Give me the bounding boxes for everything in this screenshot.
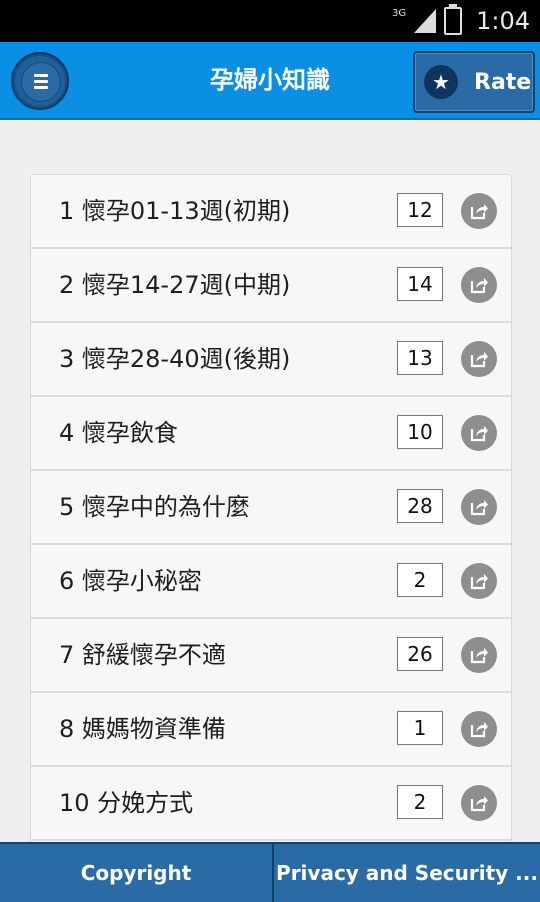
item-count-badge: 2 (397, 563, 443, 597)
share-icon[interactable] (461, 415, 497, 451)
list-item-label: 5 懷孕中的為什麼 (59, 493, 250, 521)
copyright-button[interactable]: Copyright (0, 844, 272, 902)
share-icon[interactable] (461, 267, 497, 303)
share-icon[interactable] (461, 489, 497, 525)
privacy-security-button[interactable]: Privacy and Security ... (274, 844, 540, 902)
footer-bar: Copyright Privacy and Security ... (0, 842, 540, 902)
share-icon[interactable] (461, 637, 497, 673)
signal-icon (414, 9, 437, 33)
list-item[interactable]: 10 分娩方式 2 (31, 767, 511, 841)
network-type: 3G (391, 7, 407, 19)
item-count-badge: 13 (397, 341, 443, 375)
rate-button-label: Rate (474, 69, 532, 95)
share-icon[interactable] (461, 711, 497, 747)
list-item-label: 3 懷孕28-40週(後期) (59, 345, 291, 373)
item-count-badge: 2 (397, 785, 443, 819)
app-bar: 孕婦小知識 ★ Rate (0, 42, 540, 120)
item-count-badge: 28 (397, 489, 443, 523)
star-icon: ★ (424, 65, 458, 99)
list-item[interactable]: 6 懷孕小秘密 2 (31, 545, 511, 619)
list-item[interactable]: 5 懷孕中的為什麼 28 (31, 471, 511, 545)
share-icon[interactable] (461, 193, 497, 229)
list-item[interactable]: 3 懷孕28-40週(後期) 13 (31, 323, 511, 397)
list-item[interactable]: 7 舒緩懷孕不適 26 (31, 619, 511, 693)
category-list: 1 懷孕01-13週(初期) 12 2 懷孕14-27週(中期) 14 3 懷孕28-4… (30, 174, 512, 876)
item-count-badge: 10 (397, 415, 443, 449)
hamburger-menu-icon (21, 62, 61, 102)
item-count-badge: 12 (397, 193, 443, 227)
menu-button[interactable] (11, 52, 69, 110)
rate-button[interactable]: ★ Rate (413, 51, 535, 113)
list-item-label: 2 懷孕14-27週(中期) (59, 271, 291, 299)
list-item-label: 7 舒緩懷孕不適 (59, 641, 226, 669)
list-item-label: 8 媽媽物資準備 (59, 715, 226, 743)
list-item[interactable]: 2 懷孕14-27週(中期) 14 (31, 249, 511, 323)
list-item[interactable]: 8 媽媽物資準備 1 (31, 693, 511, 767)
list-item[interactable]: 4 懷孕飲食 10 (31, 397, 511, 471)
status-bar: 3G 1:04 (0, 0, 540, 42)
list-item-label: 4 懷孕飲食 (59, 419, 178, 447)
list-item[interactable]: 1 懷孕01-13週(初期) 12 (31, 175, 511, 249)
list-item-label: 10 分娩方式 (59, 789, 194, 817)
page-title: 孕婦小知識 (210, 66, 330, 94)
list-item-label: 6 懷孕小秘密 (59, 567, 202, 595)
item-count-badge: 1 (397, 711, 443, 745)
list-item-label: 1 懷孕01-13週(初期) (59, 197, 291, 225)
share-icon[interactable] (461, 341, 497, 377)
item-count-badge: 26 (397, 637, 443, 671)
item-count-badge: 14 (397, 267, 443, 301)
share-icon[interactable] (461, 785, 497, 821)
clock: 1:04 (476, 7, 530, 35)
status-icons: 3G 1:04 (392, 0, 530, 42)
battery-icon (444, 4, 463, 35)
share-icon[interactable] (461, 563, 497, 599)
